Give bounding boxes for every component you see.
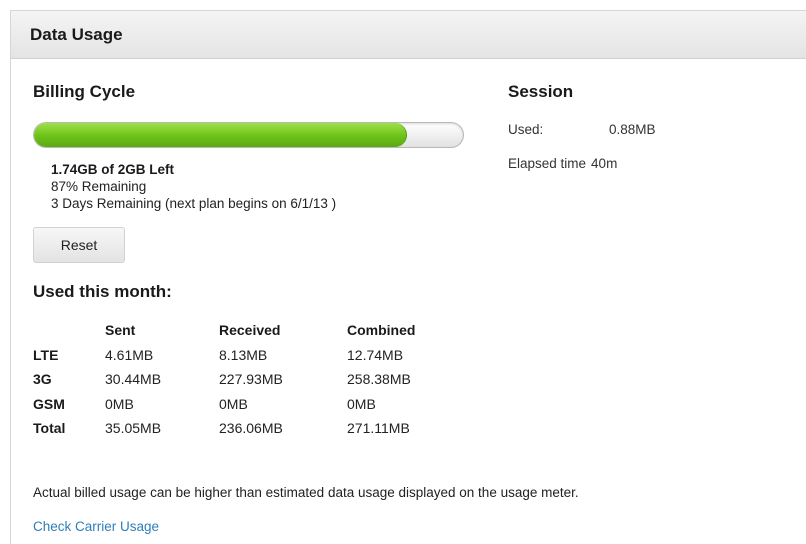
session-used-value: 0.88MB — [609, 122, 656, 137]
billing-progress-bar — [33, 122, 464, 148]
sent-cell: 30.44MB — [105, 371, 162, 388]
received-cell: 0MB — [219, 395, 248, 412]
row-label: 3G — [33, 371, 52, 388]
table-row: LTE 4.61MB 8.13MB 12.74MB — [33, 343, 457, 368]
used-this-month-heading: Used this month: — [33, 282, 172, 301]
column-header — [33, 318, 105, 343]
row-label: LTE — [33, 346, 59, 363]
data-usage-panel: Data Usage Billing Cycle 1.74GB of 2GB L… — [10, 10, 806, 544]
table-row: Total 35.05MB 236.06MB 271.11MB — [33, 416, 457, 441]
row-label: GSM — [33, 395, 65, 412]
session-used-label: Used: — [508, 122, 544, 137]
combined-cell: 258.38MB — [347, 371, 411, 388]
column-header-received: Received — [219, 322, 281, 339]
check-carrier-usage-link[interactable]: Check Carrier Usage — [33, 519, 159, 534]
session-elapsed-label: Elapsed time — [508, 156, 587, 171]
session-used-row: Used: 0.88MB — [508, 122, 656, 137]
column-header-combined: Combined — [347, 322, 416, 339]
sent-cell: 0MB — [105, 395, 134, 412]
reset-button[interactable]: Reset — [33, 227, 125, 263]
panel-title: Data Usage — [30, 24, 123, 44]
sent-cell: 4.61MB — [105, 346, 154, 363]
usage-table: Sent Received Combined LTE 4.61MB 8.13MB… — [33, 318, 457, 441]
combined-cell: 0MB — [347, 395, 376, 412]
received-cell: 227.93MB — [219, 371, 283, 388]
billing-cycle-heading: Billing Cycle — [33, 82, 136, 101]
combined-cell: 12.74MB — [347, 346, 404, 363]
table-header-row: Sent Received Combined — [33, 318, 457, 343]
received-cell: 236.06MB — [219, 420, 283, 437]
row-label: Total — [33, 420, 66, 437]
panel-header: Data Usage — [11, 11, 806, 59]
usage-disclaimer: Actual billed usage can be higher than e… — [33, 485, 579, 500]
billing-progress-fill — [34, 123, 408, 147]
session-elapsed-value: 40m — [591, 156, 618, 171]
data-left-text: 1.74GB of 2GB Left — [51, 162, 175, 177]
column-header-sent: Sent — [105, 322, 136, 339]
sent-cell: 35.05MB — [105, 420, 162, 437]
received-cell: 8.13MB — [219, 346, 268, 363]
percent-remaining-text: 87% Remaining — [51, 179, 147, 194]
session-elapsed-row: Elapsed time 40m — [508, 156, 617, 171]
billing-summary: 1.74GB of 2GB Left 87% Remaining 3 Days … — [51, 161, 336, 212]
session-heading: Session — [508, 82, 574, 101]
combined-cell: 271.11MB — [347, 420, 410, 437]
table-row: GSM 0MB 0MB 0MB — [33, 392, 457, 417]
table-row: 3G 30.44MB 227.93MB 258.38MB — [33, 367, 457, 392]
days-remaining-text: 3 Days Remaining (next plan begins on 6/… — [51, 196, 337, 211]
